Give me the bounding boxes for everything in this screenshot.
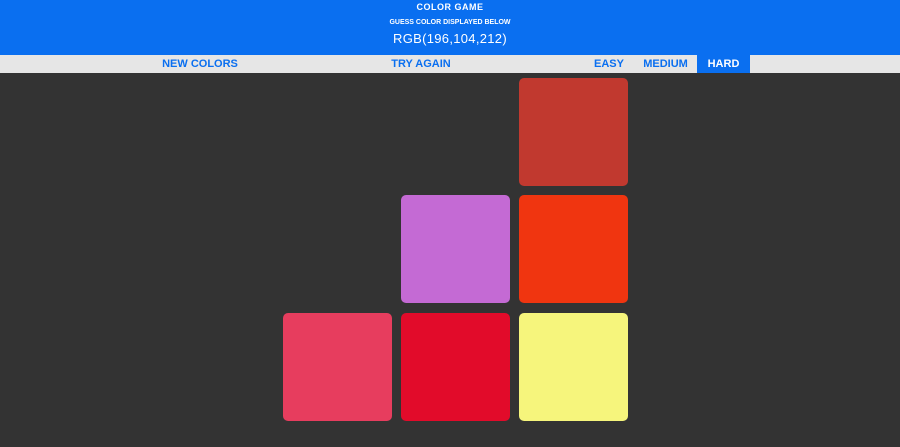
color-square-3[interactable] [519,195,628,303]
status-message: TRY AGAIN [391,58,451,70]
game-title: COLOR GAME [416,2,484,12]
color-square-6[interactable] [519,313,628,421]
medium-mode-button[interactable]: MEDIUM [638,55,693,73]
target-rgb-display: RGB(196,104,212) [393,31,507,46]
hard-mode-button[interactable]: HARD [697,55,750,73]
color-square-5[interactable] [401,313,510,421]
new-colors-button[interactable]: NEW COLORS [155,55,245,73]
control-bar: NEW COLORS TRY AGAIN EASY MEDIUM HARD [0,55,900,73]
color-square-4[interactable] [283,313,392,421]
easy-mode-button[interactable]: EASY [586,55,632,73]
color-squares-board [0,73,900,447]
game-subtitle: GUESS COLOR DISPLAYED BELOW [389,19,511,26]
color-square-2[interactable] [401,195,510,303]
color-square-1[interactable] [519,78,628,186]
header-banner: COLOR GAME GUESS COLOR DISPLAYED BELOW R… [0,0,900,55]
